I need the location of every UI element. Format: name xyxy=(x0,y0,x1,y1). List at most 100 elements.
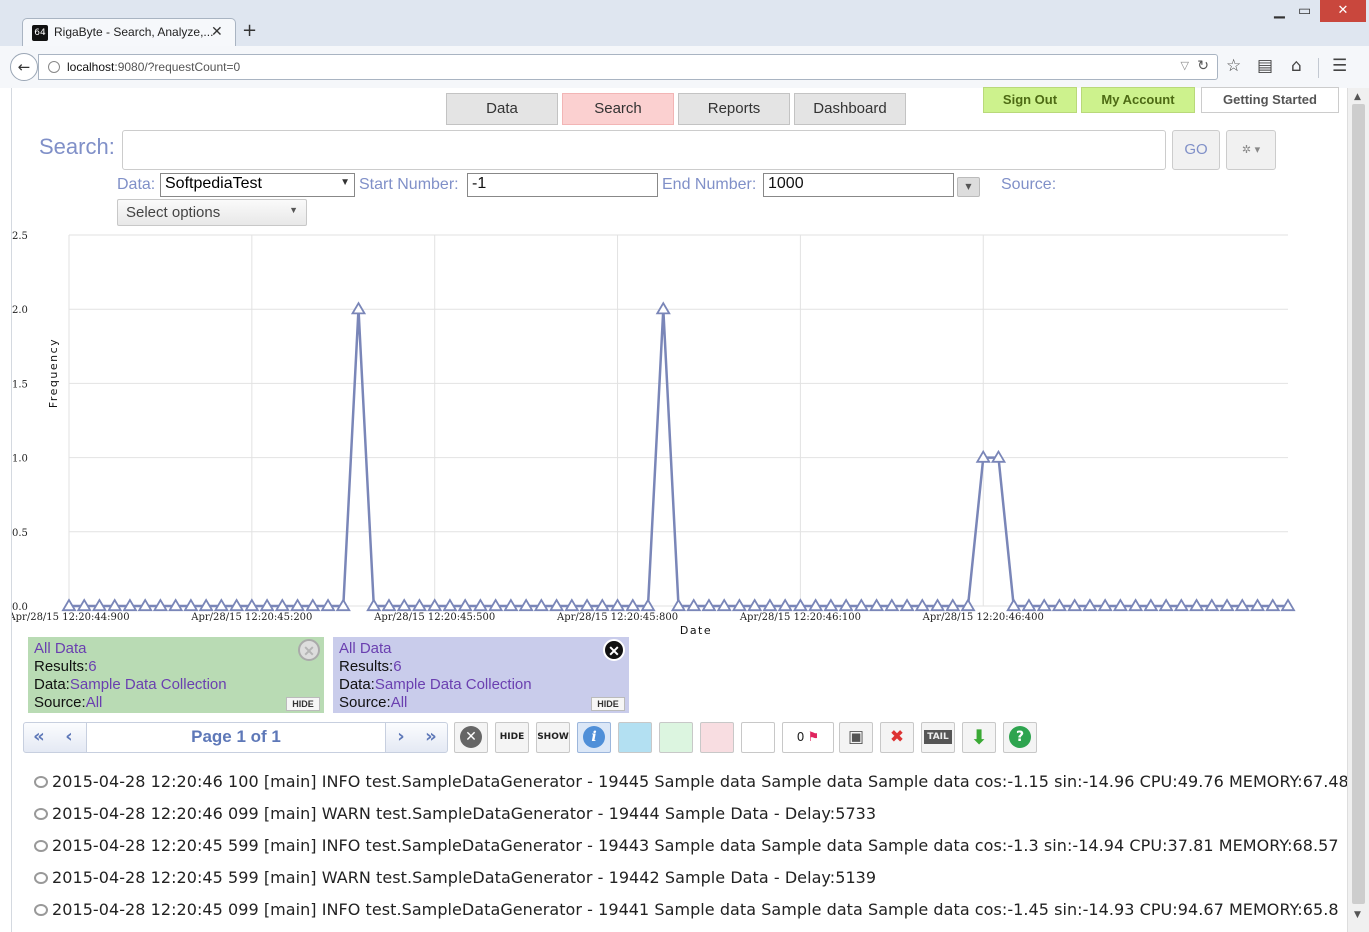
download-button[interactable]: ⬇ xyxy=(962,722,996,753)
minimize-icon[interactable]: ▁ xyxy=(1274,3,1285,19)
url-dropdown-icon[interactable]: ▽ xyxy=(1181,59,1189,72)
tab-close-icon[interactable]: ✕ xyxy=(211,24,223,40)
page-indicator: Page 1 of 1 xyxy=(86,723,386,752)
flag-count: 0 xyxy=(796,730,805,744)
nav-reports-button[interactable]: Reports xyxy=(678,93,790,125)
maximize-icon[interactable]: ▭ xyxy=(1298,3,1311,19)
settings-dropdown-button[interactable]: ✲ ▾ xyxy=(1226,130,1276,170)
card-title: All Data xyxy=(34,640,87,657)
card-source: Source:All xyxy=(339,694,408,711)
scrollbar-thumb[interactable] xyxy=(1352,104,1365,904)
color-white-button[interactable] xyxy=(741,722,775,753)
menu-icon[interactable]: ☰ xyxy=(1332,56,1347,76)
x-tick-label: Apr/28/15 12:20:46:100 xyxy=(739,612,861,623)
page-content: Data Search Reports Dashboard Sign Out M… xyxy=(12,87,1349,932)
vertical-scrollbar[interactable]: ▲ ▼ xyxy=(1347,88,1369,932)
card-close-icon[interactable]: ✕ xyxy=(603,639,625,661)
card-results: Results:6 xyxy=(339,658,402,675)
nav-search-button[interactable]: Search xyxy=(562,93,674,125)
clock-icon xyxy=(34,808,48,820)
help-icon: ? xyxy=(1009,726,1031,748)
next-page-button[interactable]: › xyxy=(386,723,416,752)
save-button[interactable]: ▣ xyxy=(839,722,873,753)
url-text[interactable]: localhost:9080/?requestCount=0 xyxy=(67,60,240,74)
source-select[interactable]: Select options ▼ xyxy=(117,199,307,226)
frequency-chart: 0.00.51.01.52.02.5Apr/28/15 12:20:44:900… xyxy=(12,231,1296,637)
card-source: Source:All xyxy=(34,694,103,711)
info-icon: i xyxy=(583,726,605,748)
end-number-dropdown[interactable]: ▼ xyxy=(957,177,980,197)
home-icon[interactable]: ⌂ xyxy=(1291,56,1302,76)
title-bar: 64 RigaByte - Search, Analyze,... ✕ + ▁ … xyxy=(0,0,1369,46)
caret-down-icon: ▾ xyxy=(1254,143,1261,156)
card-title: All Data xyxy=(339,640,392,657)
my-account-button[interactable]: My Account xyxy=(1081,87,1195,113)
start-number-input[interactable]: -1 xyxy=(467,173,658,197)
card-close-icon[interactable]: ✕ xyxy=(298,639,320,661)
log-line[interactable]: 2015-04-28 12:20:45 599 [main] INFO test… xyxy=(34,836,1339,855)
delete-button[interactable]: ✖ xyxy=(880,722,914,753)
search-input[interactable] xyxy=(122,130,1166,170)
favicon-icon: 64 xyxy=(32,25,48,41)
chevron-down-icon: ▼ xyxy=(289,205,298,215)
x-tick-label: Apr/28/15 12:20:46:400 xyxy=(922,612,1044,623)
last-page-button[interactable]: » xyxy=(416,723,446,752)
previous-page-button[interactable]: ‹ xyxy=(54,723,84,752)
go-button[interactable]: GO xyxy=(1172,130,1220,170)
log-line[interactable]: 2015-04-28 12:20:45 099 [main] INFO test… xyxy=(34,900,1339,919)
site-info-icon[interactable] xyxy=(48,61,60,73)
card-hide-button[interactable]: HIDE xyxy=(591,697,625,711)
y-tick-label: 2.0 xyxy=(12,305,28,316)
flag-icon: ⚑ xyxy=(807,730,820,745)
result-card: All Data Results:6 Data:Sample Data Coll… xyxy=(28,637,324,713)
hide-all-button[interactable]: HIDE xyxy=(495,722,529,753)
end-number-input[interactable]: 1000 xyxy=(763,173,954,197)
card-data: Data:Sample Data Collection xyxy=(34,676,227,693)
back-button[interactable]: ← xyxy=(10,53,38,81)
x-tick-label: Apr/28/15 12:20:45:800 xyxy=(556,612,678,623)
scroll-up-icon[interactable]: ▲ xyxy=(1354,92,1361,102)
scroll-down-icon[interactable]: ▼ xyxy=(1354,910,1361,920)
bookmark-star-icon[interactable]: ☆ xyxy=(1226,56,1241,76)
show-all-button[interactable]: SHOW xyxy=(536,722,570,753)
sign-out-button[interactable]: Sign Out xyxy=(983,87,1077,113)
browser-tab[interactable]: 64 RigaByte - Search, Analyze,... ✕ xyxy=(22,18,236,46)
new-tab-button[interactable]: + xyxy=(242,20,257,41)
first-page-button[interactable]: « xyxy=(24,723,54,752)
y-axis-label: Frequency xyxy=(47,338,60,408)
flag-counter[interactable]: 0 ⚑ xyxy=(782,722,834,753)
red-x-icon: ✖ xyxy=(889,727,905,747)
data-select[interactable]: SoftpediaTest ▼ xyxy=(160,173,355,197)
url-bar[interactable]: localhost:9080/?requestCount=0 ▽ ↻ xyxy=(38,54,1218,80)
x-tick-label: Apr/28/15 12:20:45:500 xyxy=(373,612,495,623)
x-tick-label: Apr/28/15 12:20:44:900 xyxy=(12,612,130,623)
toolbar-divider xyxy=(1318,58,1319,78)
log-line[interactable]: 2015-04-28 12:20:45 599 [main] WARN test… xyxy=(34,868,876,887)
color-green-button[interactable] xyxy=(659,722,693,753)
nav-data-button[interactable]: Data xyxy=(446,93,558,125)
color-pink-button[interactable] xyxy=(700,722,734,753)
clock-icon xyxy=(34,776,48,788)
nav-dashboard-button[interactable]: Dashboard xyxy=(794,93,906,125)
gear-icon: ✲ xyxy=(1241,143,1252,156)
search-label: Search: xyxy=(39,134,115,159)
log-line[interactable]: 2015-04-28 12:20:46 099 [main] WARN test… xyxy=(34,804,876,823)
getting-started-button[interactable]: Getting Started xyxy=(1201,87,1339,113)
clear-button[interactable]: ✕ xyxy=(454,722,488,753)
help-button[interactable]: ? xyxy=(1003,722,1037,753)
color-blue-button[interactable] xyxy=(618,722,652,753)
log-line[interactable]: 2015-04-28 12:20:46 100 [main] INFO test… xyxy=(34,772,1349,791)
info-button[interactable]: i xyxy=(577,722,611,753)
clock-icon xyxy=(34,872,48,884)
y-tick-label: 0.5 xyxy=(12,528,28,539)
green-down-arrow-icon: ⬇ xyxy=(970,725,988,749)
y-tick-label: 1.5 xyxy=(12,379,28,390)
window-close-icon[interactable]: ✕ xyxy=(1320,0,1366,22)
reading-list-icon[interactable]: ▤ xyxy=(1257,56,1273,76)
tab-title: RigaByte - Search, Analyze,... xyxy=(54,25,214,39)
result-card: All Data Results:6 Data:Sample Data Coll… xyxy=(333,637,629,713)
data-label: Data: xyxy=(117,176,156,193)
card-hide-button[interactable]: HIDE xyxy=(286,697,320,711)
tail-button[interactable]: TAIL xyxy=(921,722,955,753)
reload-icon[interactable]: ↻ xyxy=(1197,58,1209,74)
